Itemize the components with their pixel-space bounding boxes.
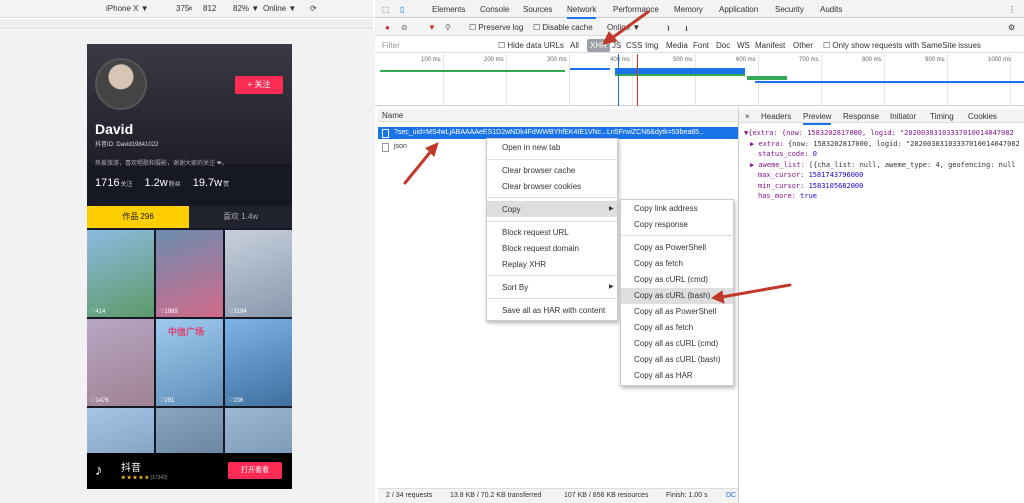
arrow-to-xhr [610, 10, 650, 40]
annotation-arrows [403, 10, 792, 304]
arrow-to-request [403, 148, 434, 185]
arrow-to-curl-bash [720, 283, 792, 299]
arrowhead [710, 290, 725, 304]
arrowhead [602, 31, 618, 45]
